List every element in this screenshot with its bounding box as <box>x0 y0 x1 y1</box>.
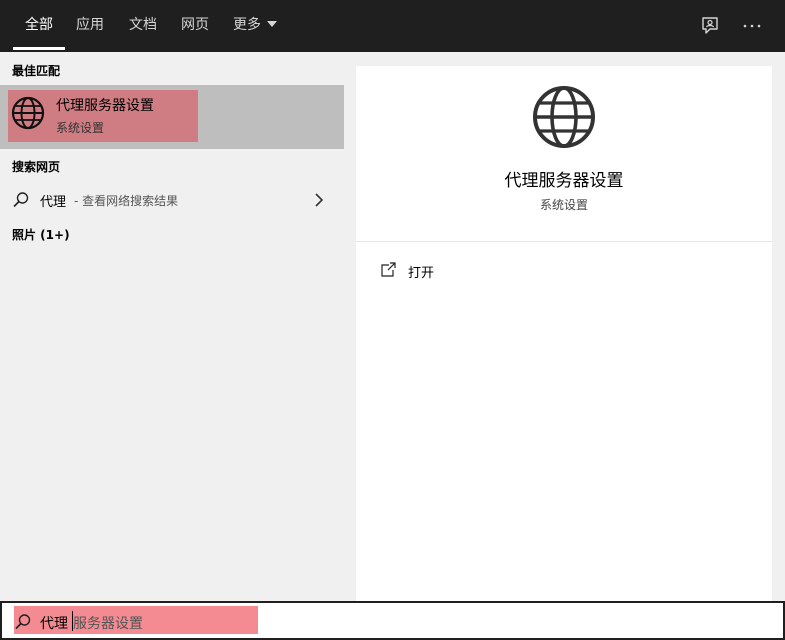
best-match-subtitle: 系统设置 <box>56 121 105 135</box>
tab-web[interactable]: 网页 <box>181 0 209 52</box>
tab-documents[interactable]: 文档 <box>129 0 157 52</box>
search-box[interactable]: 代理 服务器设置 <box>0 601 785 640</box>
search-icon <box>15 614 31 630</box>
divider <box>356 241 772 242</box>
tab-apps[interactable]: 应用 <box>76 0 104 52</box>
detail-title: 代理服务器设置 <box>504 171 624 191</box>
tab-more-label: 更多 <box>233 17 261 33</box>
chevron-down-icon <box>267 21 277 27</box>
detail-subtitle: 系统设置 <box>539 198 588 212</box>
best-match-title: 代理服务器设置 <box>56 98 154 114</box>
results-panel: 最佳匹配 代理服务器设置 系统设置 搜索网页 代理 - 查看网络搜索结果 照片 … <box>0 52 344 602</box>
detail-panel: 代理服务器设置 系统设置 打开 <box>356 66 772 602</box>
tab-more[interactable]: 更多 <box>233 0 277 52</box>
search-input[interactable]: 代理 <box>40 613 68 633</box>
photos-heading[interactable]: 照片 (1+) <box>12 226 70 243</box>
web-search-heading: 搜索网页 <box>12 160 61 174</box>
best-match-heading: 最佳匹配 <box>12 64 61 78</box>
more-options-icon[interactable] <box>740 14 764 38</box>
globe-icon <box>533 86 595 148</box>
web-search-query: 代理 <box>40 195 67 210</box>
search-scope-bar: 全部 应用 文档 网页 更多 <box>0 0 785 52</box>
tab-all[interactable]: 全部 <box>13 0 65 52</box>
best-match-result[interactable]: 代理服务器设置 系统设置 <box>0 85 344 149</box>
open-icon <box>381 262 396 277</box>
chevron-right-icon[interactable] <box>312 192 326 208</box>
globe-icon <box>11 96 45 130</box>
open-action[interactable]: 打开 <box>356 256 772 286</box>
search-autocomplete: 服务器设置 <box>73 616 143 632</box>
feedback-icon[interactable] <box>698 14 722 38</box>
open-action-label: 打开 <box>408 266 435 281</box>
web-search-result[interactable]: 代理 - 查看网络搜索结果 <box>0 185 344 215</box>
web-search-hint: - 查看网络搜索结果 <box>74 194 179 208</box>
search-icon <box>13 192 29 208</box>
